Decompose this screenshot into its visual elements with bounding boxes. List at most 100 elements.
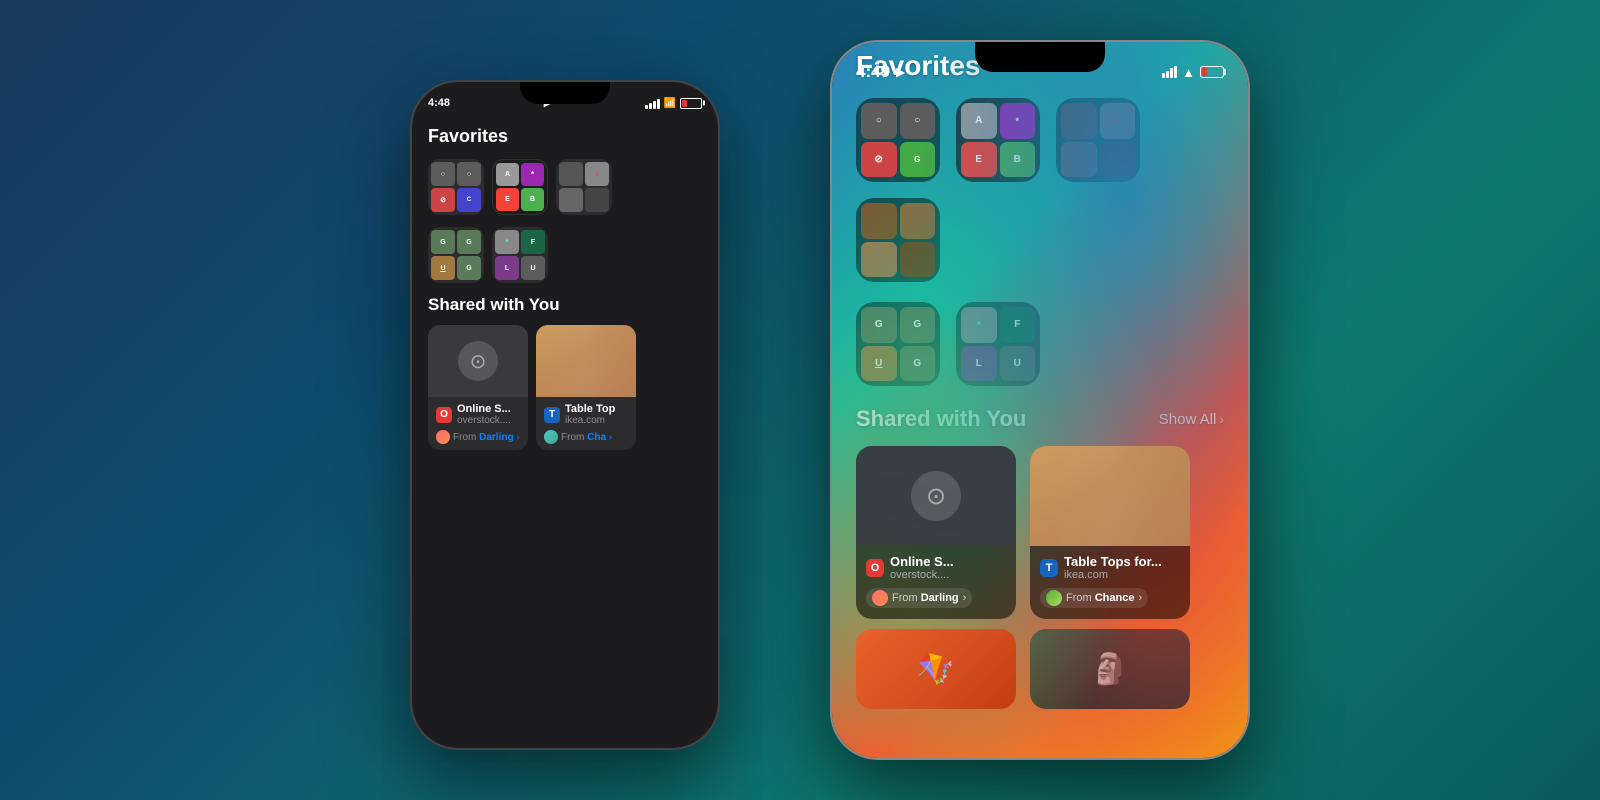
iphone-front-screen: 4:49 ▶ ▲ — [832, 42, 1248, 758]
app-icon: G — [457, 256, 481, 280]
front-card-site-row-1: O Online S... overstock.... — [866, 554, 1006, 581]
front-card-image-wood — [1030, 446, 1190, 546]
card-info-2: T Table Top ikea.com From Cha › — [536, 397, 636, 450]
signal-bars-back — [645, 97, 660, 109]
card-title-1: Online S... — [457, 403, 511, 415]
card-from-1: From Darling › — [436, 430, 520, 444]
front-card-image-dark: ⊙ — [856, 446, 1016, 546]
app-icon: L — [495, 256, 519, 280]
app-icon — [585, 188, 609, 212]
app-grid-row2-back: G G U G * F L U — [428, 227, 702, 283]
front-card-title-1: Online S... — [890, 554, 954, 569]
from-label-front-2: From Chance — [1066, 592, 1134, 604]
card-site-row-1: O Online S... overstock.... — [436, 403, 520, 426]
location-icon-front: ▶ — [896, 65, 905, 79]
kite-emoji: 🪁 — [917, 652, 954, 687]
time-back: 4:48 — [428, 97, 450, 109]
front-card-title-2: Table Tops for... — [1064, 554, 1162, 569]
front-card-info-2: T Table Tops for... ikea.com From Chance — [1030, 546, 1190, 619]
bar3-front — [1170, 68, 1173, 78]
app-icon: C — [457, 188, 481, 212]
folder-2-back[interactable]: A * E B — [492, 159, 548, 215]
app-icon — [559, 162, 583, 186]
from-name-2: Cha — [587, 432, 606, 443]
card-title-2: Table Top — [565, 403, 615, 415]
app-icon: A — [496, 163, 519, 186]
avatar-chance-front — [1046, 590, 1062, 606]
card-url-1: overstock.... — [457, 415, 511, 426]
app-icon — [559, 188, 583, 212]
app-icon: E — [496, 188, 519, 211]
folder-1-back[interactable]: ○ ○ ⊘ C — [428, 159, 484, 215]
folder-5-back[interactable]: * F L U — [492, 227, 548, 283]
front-shared-cards: ⊙ O Online S... overstock.... — [856, 446, 1224, 619]
front-card-url-1: overstock.... — [890, 569, 954, 581]
avatar-darling-front — [872, 590, 888, 606]
compass-icon-front: ⊙ — [911, 471, 961, 521]
shared-card-2-back[interactable]: T Table Top ikea.com From Cha › — [536, 325, 636, 450]
screen-dark: 4:48 ▶ 📶 — [412, 82, 718, 748]
wood-texture — [536, 325, 636, 397]
avatar-cha — [544, 430, 558, 444]
app-icon: ○ — [431, 162, 455, 186]
front-card-info-1: O Online S... overstock.... From Darling — [856, 546, 1016, 619]
app-icon: ⊘ — [431, 188, 455, 212]
front-card-from-1[interactable]: From Darling › — [866, 588, 972, 608]
shared-cards-back: ⊙ O Online S... overstock.... — [428, 325, 702, 450]
app-icon: G — [431, 230, 455, 254]
bar1 — [645, 105, 648, 109]
phones-container: 4:48 ▶ 📶 — [350, 20, 1250, 780]
from-label-front-1: From Darling — [892, 592, 959, 604]
time-front: 4:49 — [856, 62, 890, 82]
front-site-favicon-2: T — [1040, 559, 1058, 577]
bar4-front — [1174, 66, 1177, 78]
app-icon: I — [585, 162, 609, 186]
iphone-back: 4:48 ▶ 📶 — [410, 80, 720, 750]
from-label-2: From Cha — [561, 432, 606, 443]
card-site-row-2: T Table Top ikea.com — [544, 403, 628, 426]
site-favicon-2: T — [544, 407, 560, 423]
avatar-darling — [436, 430, 450, 444]
bottom-card-kite[interactable]: 🪁 — [856, 629, 1016, 709]
folder-3-back[interactable]: I — [556, 159, 612, 215]
card-info-1: O Online S... overstock.... From Darling — [428, 397, 528, 450]
front-shared-card-2[interactable]: T Table Tops for... ikea.com From Chance — [1030, 446, 1190, 619]
signal-bars-front — [1162, 66, 1177, 78]
from-label-1: From Darling — [453, 432, 514, 443]
folder-4-back[interactable]: G G U G — [428, 227, 484, 283]
bar2-front — [1166, 71, 1169, 78]
iphone-back-screen: 4:48 ▶ 📶 — [412, 82, 718, 748]
front-card-url-2: ikea.com — [1064, 569, 1162, 581]
compass-icon: ⊙ — [458, 341, 498, 381]
card-from-2: From Cha › — [544, 430, 628, 444]
bar3 — [653, 101, 656, 109]
app-icon: ○ — [457, 162, 481, 186]
back-screen-content: Favorites ○ ○ ⊘ C A * — [412, 118, 718, 458]
shared-title-back: Shared with You — [428, 295, 702, 315]
bar4 — [657, 99, 660, 109]
app-icon: U — [521, 256, 545, 280]
card-image-dark: ⊙ — [428, 325, 528, 397]
screen-vivid: 4:49 ▶ ▲ — [832, 42, 1248, 758]
battery-icon-back — [680, 98, 702, 109]
app-icon: * — [521, 163, 544, 186]
wifi-icon-back: 📶 — [664, 98, 676, 109]
card-image-wood — [536, 325, 636, 397]
app-icon: * — [495, 230, 519, 254]
app-icon: B — [521, 188, 544, 211]
from-name-1: Darling — [479, 432, 513, 443]
kite-bg: 🪁 — [856, 629, 1016, 709]
iphone-front: 4:49 ▶ ▲ — [830, 40, 1250, 760]
front-shared-card-1[interactable]: ⊙ O Online S... overstock.... — [856, 446, 1016, 619]
battery-icon-front — [1200, 66, 1224, 78]
shared-card-1-back[interactable]: ⊙ O Online S... overstock.... — [428, 325, 528, 450]
app-grid-row1-back: ○ ○ ⊘ C A * E B — [428, 159, 702, 215]
front-card-from-2[interactable]: From Chance › — [1040, 588, 1148, 608]
status-icons-front: ▲ — [1162, 65, 1224, 80]
app-icon: F — [521, 230, 545, 254]
wifi-icon-front: ▲ — [1182, 65, 1195, 80]
favorites-title-back: Favorites — [428, 126, 702, 147]
front-card-site-row-2: T Table Tops for... ikea.com — [1040, 554, 1180, 581]
bar1-front — [1162, 73, 1165, 78]
site-favicon-1: O — [436, 407, 452, 423]
